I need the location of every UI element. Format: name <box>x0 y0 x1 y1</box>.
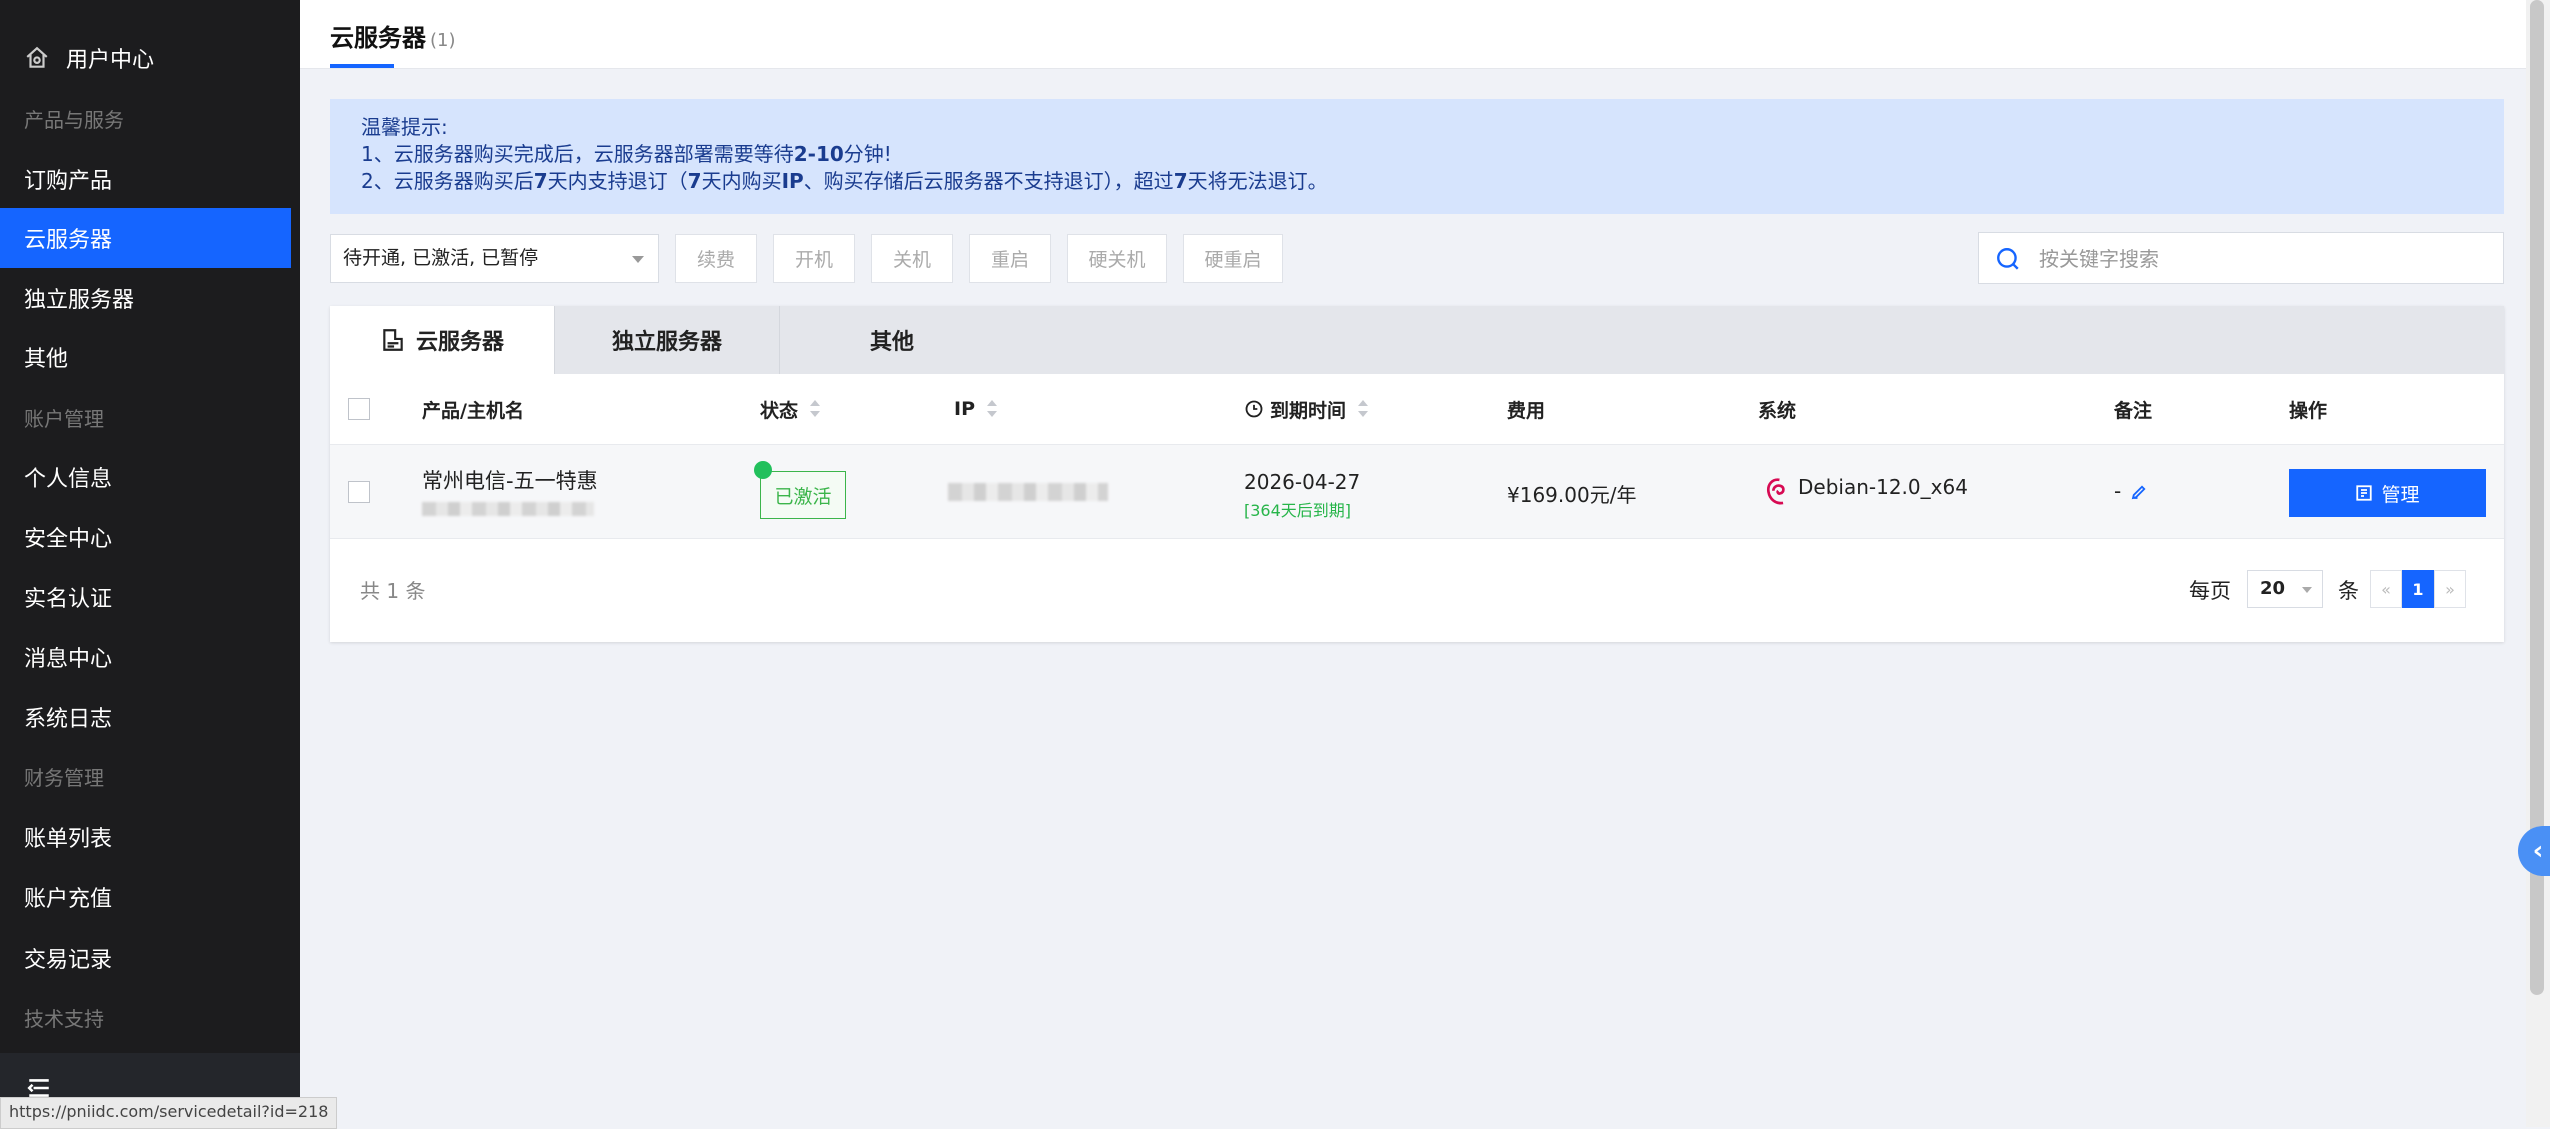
expiry-remaining: [364天后到期] <box>1244 501 1352 520</box>
table-header: 产品/主机名 状态 IP 到期时间 费用 系统 备注 操作 <box>330 374 2504 445</box>
status-badge: 已激活 <box>760 471 846 519</box>
sidebar-item-cloud-server[interactable]: 云服务器 <box>0 208 291 268</box>
col-expiry[interactable]: 到期时间 <box>1244 374 1369 444</box>
col-system: 系统 <box>1758 399 1797 422</box>
sidebar-group-support: 技术支持 <box>24 1006 104 1031</box>
sidebar-item-messages[interactable]: 消息中心 <box>0 627 291 687</box>
server-table-card: 云服务器 独立服务器 其他 产品/主机名 状态 IP 到期时间 费用 系统 备注… <box>330 306 2504 642</box>
debian-icon <box>1766 478 1785 505</box>
sidebar-item-profile[interactable]: 个人信息 <box>0 447 291 507</box>
tab-other[interactable]: 其他 <box>780 306 1004 374</box>
edit-icon[interactable] <box>2130 483 2148 501</box>
cost-value: ¥169.00元/年 <box>1507 483 1637 507</box>
power-off-button[interactable]: 关机 <box>871 234 953 283</box>
table-row: 常州电信-五一特惠 已激活 2026-04-27 [364天后到期] ¥169.… <box>330 445 2504 539</box>
notice-box: 温馨提示: 1、云服务器购买完成后，云服务器部署需要等待2-10分钟! 2、云服… <box>330 99 2504 214</box>
sort-icon[interactable] <box>987 398 997 420</box>
search-box <box>1978 232 2504 284</box>
sidebar-item-user-center[interactable]: 用户中心 <box>0 28 291 88</box>
chevron-down-icon <box>632 256 644 263</box>
page-title: 云服务器 (1) <box>330 18 456 53</box>
side-panel-toggle[interactable]: ‹ <box>2518 826 2550 876</box>
notice-line-1: 1、云服务器购买完成后，云服务器部署需要等待2-10分钟! <box>361 142 892 166</box>
col-remark: 备注 <box>2114 399 2153 422</box>
status-filter-select[interactable]: 待开通, 已激活, 已暂停 <box>330 234 659 283</box>
tab-dedicated-server[interactable]: 独立服务器 <box>555 306 779 374</box>
ip-redacted <box>948 483 1108 501</box>
status-bar-url: https://pniidc.com/servicedetail?id=218 <box>0 1097 338 1129</box>
search-input[interactable] <box>2037 241 2481 277</box>
sidebar-item-order[interactable]: 订购产品 <box>0 149 291 209</box>
manage-button[interactable]: 管理 <box>2289 469 2486 517</box>
product-name[interactable]: 常州电信-五一特惠 <box>422 465 598 495</box>
page-size-select[interactable]: 20 <box>2247 570 2323 608</box>
hard-reboot-button[interactable]: 硬重启 <box>1183 234 1283 283</box>
row-checkbox[interactable] <box>348 481 370 503</box>
sidebar-item-dedicated-server[interactable]: 独立服务器 <box>0 268 291 328</box>
select-all-checkbox[interactable] <box>348 398 370 420</box>
sidebar: 用户中心 产品与服务 订购产品 云服务器 独立服务器 其他 账户管理 个人信息 … <box>0 0 300 1127</box>
sidebar-item-bills[interactable]: 账单列表 <box>0 807 291 867</box>
sidebar-group-finance: 财务管理 <box>24 765 104 790</box>
notice-heading: 温馨提示: <box>361 115 448 139</box>
sidebar-group-account: 账户管理 <box>24 406 104 431</box>
page-1-button[interactable]: 1 <box>2402 570 2434 608</box>
tab-cloud-server[interactable]: 云服务器 <box>330 306 554 374</box>
page-header: 云服务器 (1) <box>300 0 2526 69</box>
power-on-button[interactable]: 开机 <box>773 234 855 283</box>
manage-icon <box>2356 485 2373 501</box>
remark-value: - <box>2114 479 2122 503</box>
total-count: 共 1 条 <box>360 579 426 603</box>
reboot-button[interactable]: 重启 <box>969 234 1051 283</box>
title-underline <box>330 64 394 68</box>
system-name: Debian-12.0_x64 <box>1798 475 1968 499</box>
next-page-button[interactable]: » <box>2434 570 2466 608</box>
prev-page-button[interactable]: « <box>2370 570 2402 608</box>
sidebar-item-realname[interactable]: 实名认证 <box>0 567 291 627</box>
server-list-icon <box>383 329 403 351</box>
col-ip[interactable]: IP <box>954 374 997 444</box>
notice-line-2: 2、云服务器购买后7天内支持退订（7天内购买IP、购买存储后云服务器不支持退订）… <box>361 169 1328 193</box>
col-cost: 费用 <box>1507 399 1546 422</box>
sidebar-group-products: 产品与服务 <box>24 107 124 132</box>
main-content: 云服务器 (1) 温馨提示: 1、云服务器购买完成后，云服务器部署需要等待2-10… <box>300 0 2550 1127</box>
page-title-text: 云服务器 <box>330 24 426 52</box>
hard-power-off-button[interactable]: 硬关机 <box>1067 234 1167 283</box>
page-count: (1) <box>430 30 456 51</box>
home-icon <box>26 46 48 68</box>
clock-icon <box>1245 400 1263 418</box>
hostname-redacted <box>422 502 594 516</box>
renew-button[interactable]: 续费 <box>675 234 757 283</box>
search-icon[interactable] <box>1995 246 2021 272</box>
sidebar-item-other[interactable]: 其他 <box>0 327 291 387</box>
status-dot <box>754 461 772 479</box>
sidebar-item-label: 用户中心 <box>66 48 155 73</box>
page-size-unit: 条 <box>2338 579 2359 603</box>
tab-label: 云服务器 <box>415 330 504 355</box>
sidebar-item-transactions[interactable]: 交易记录 <box>0 928 291 988</box>
page-size-value: 20 <box>2260 578 2286 599</box>
sidebar-item-security[interactable]: 安全中心 <box>0 507 291 567</box>
tab-bar: 云服务器 独立服务器 其他 <box>330 306 2504 374</box>
sidebar-item-syslog[interactable]: 系统日志 <box>0 687 291 747</box>
expiry-date: 2026-04-27 <box>1244 470 1361 494</box>
col-product: 产品/主机名 <box>422 399 524 422</box>
sort-icon[interactable] <box>1358 398 1369 420</box>
status-filter-value: 待开通, 已激活, 已暂停 <box>343 247 539 269</box>
sidebar-item-recharge[interactable]: 账户充值 <box>0 867 291 927</box>
manage-button-label: 管理 <box>2381 483 2420 506</box>
col-action: 操作 <box>2289 399 2328 422</box>
chevron-down-icon <box>2302 587 2312 593</box>
per-page-label: 每页 <box>2189 579 2231 603</box>
sort-icon[interactable] <box>810 398 821 420</box>
col-status[interactable]: 状态 <box>760 374 821 444</box>
